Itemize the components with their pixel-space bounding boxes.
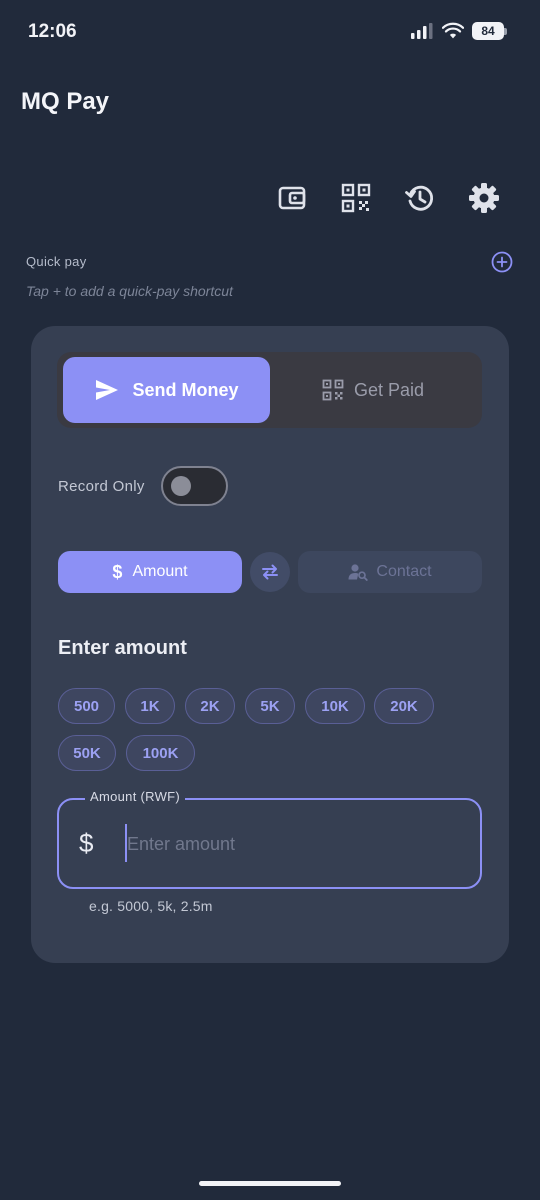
record-only-label: Record Only (58, 478, 145, 495)
status-time: 12:06 (28, 21, 77, 42)
send-money-tab[interactable]: Send Money (63, 357, 270, 423)
enter-amount-heading: Enter amount (58, 637, 187, 659)
swap-mode-button[interactable] (250, 552, 290, 592)
settings-button[interactable] (462, 176, 506, 220)
toggle-knob (171, 476, 191, 496)
app-title: MQ Pay (21, 88, 110, 115)
preset-chip-1k[interactable]: 1K (125, 688, 175, 724)
dollar-icon: $ (112, 561, 123, 582)
quick-pay-label: Quick pay (26, 254, 87, 269)
preset-chip-100k[interactable]: 100K (126, 735, 195, 771)
amount-helper-text: e.g. 5000, 5k, 2.5m (89, 898, 213, 914)
wallet-button[interactable] (270, 176, 314, 220)
settings-icon (469, 183, 499, 213)
amount-field-label: Amount (RWF) (85, 789, 186, 804)
qr-scan-button[interactable] (334, 176, 378, 220)
currency-symbol: $ (79, 828, 94, 858)
history-button[interactable] (398, 176, 442, 220)
preset-chip-5k[interactable]: 5K (245, 688, 295, 724)
quick-pay-hint: Tap + to add a quick-pay shortcut (26, 283, 233, 299)
status-icons: 84 (410, 22, 507, 40)
contact-mode-label: Contact (376, 563, 432, 580)
record-only-toggle[interactable] (161, 466, 228, 506)
contact-mode-button[interactable]: Contact (298, 551, 482, 593)
get-paid-label: Get Paid (353, 379, 425, 400)
amount-field[interactable]: Amount (RWF) $ (57, 789, 482, 889)
preset-chip-50k[interactable]: 50K (58, 735, 116, 771)
wallet-icon (278, 186, 306, 210)
home-indicator[interactable] (199, 1181, 341, 1186)
get-paid-tab[interactable]: Get Paid (270, 357, 476, 423)
send-icon (96, 380, 119, 400)
status-bar: 12:06 84 (0, 0, 540, 64)
quick-pay-add-button[interactable] (490, 250, 514, 274)
wifi-icon (442, 22, 464, 39)
amount-input[interactable] (127, 827, 447, 861)
contact-search-icon (348, 564, 369, 581)
preset-chip-20k[interactable]: 20K (374, 688, 434, 724)
battery-indicator: 84 (472, 22, 507, 40)
send-money-label: Send Money (132, 379, 239, 400)
preset-chip-2k[interactable]: 2K (185, 688, 235, 724)
signal-icon (411, 23, 433, 39)
payment-card: Send Money Get Paid Record Only $ Amount… (31, 326, 509, 963)
qr-code-icon (341, 183, 371, 213)
battery-level: 84 (481, 24, 495, 38)
amount-mode-label: Amount (132, 563, 188, 580)
history-icon (405, 185, 434, 211)
preset-chip-500[interactable]: 500 (58, 688, 115, 724)
mode-switch: Send Money Get Paid (57, 352, 482, 428)
preset-chip-10k[interactable]: 10K (305, 688, 365, 724)
add-circle-icon (491, 251, 513, 273)
toolbar (270, 176, 510, 220)
amount-mode-button[interactable]: $ Amount (58, 551, 242, 593)
swap-icon (262, 564, 278, 580)
qr-code-icon (322, 379, 344, 401)
